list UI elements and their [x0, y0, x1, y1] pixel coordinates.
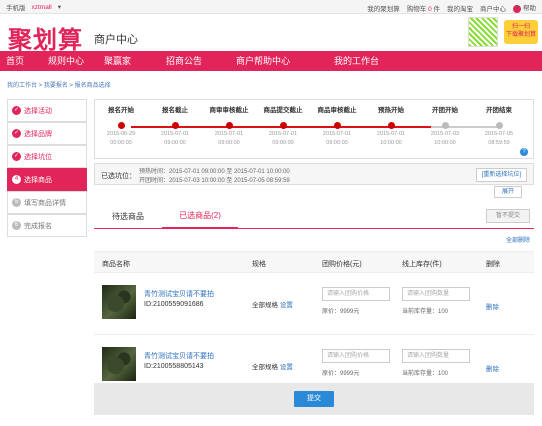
- no-submit-button[interactable]: 暂不提交: [486, 209, 530, 223]
- reselect-slot-button[interactable]: [重新选择坑位]: [475, 168, 527, 182]
- original-price: 原价：9999元: [322, 309, 360, 315]
- goods-id: ID:2100558805143: [144, 363, 204, 370]
- my-taobao-link[interactable]: 我的淘宝: [447, 3, 473, 13]
- timeline-node: 报名开始 2015-06-29 00:00:00: [106, 107, 136, 146]
- step-goods-detail: 5 填写商品详情: [7, 191, 87, 214]
- timeline-node: 开团结束 2015-07-05 08:59:59: [484, 107, 514, 146]
- group-quantity-input[interactable]: 请输入团购数量: [402, 287, 470, 301]
- col-online-stock: 线上库存(件): [402, 261, 442, 268]
- delete-row-link[interactable]: 删除: [486, 363, 499, 373]
- user-dropdown-icon[interactable]: ▾: [58, 3, 61, 11]
- help-question-icon[interactable]: ?: [520, 148, 528, 156]
- col-group-price: 团购价格(元): [322, 261, 362, 268]
- step-select-brand[interactable]: ✓ 选择品牌: [7, 122, 87, 145]
- nav-help-center[interactable]: 商户帮助中心: [236, 51, 334, 71]
- timeline-node: 报名截止 2015-07-01 09:00:00: [160, 107, 190, 146]
- timeline-dot: [225, 122, 233, 129]
- preheat-time: 预热时间：2015-07-01 09:00:00 至 2015-07-01 10…: [139, 169, 290, 175]
- timeline-dot: [387, 122, 395, 129]
- table-header: 商品名称 规格 团购价格(元) 线上库存(件) 删除: [94, 251, 534, 273]
- download-app-tag[interactable]: 扫一扫 下载聚划算: [504, 20, 538, 44]
- user-name-link[interactable]: xztmall: [32, 4, 52, 11]
- submit-button[interactable]: 提交: [294, 391, 334, 407]
- step-number-icon: 4: [12, 175, 21, 184]
- current-stock: 当前库存量：100: [402, 371, 449, 377]
- nav-home[interactable]: 首页: [6, 51, 48, 71]
- breadcrumb[interactable]: 我的工作台 > 我要报名 > 报名商品选择: [7, 80, 111, 89]
- nav-workbench[interactable]: 我的工作台: [334, 51, 379, 71]
- my-juhuasuan-link[interactable]: 我的聚划算: [367, 3, 400, 13]
- step-select-slot[interactable]: ✓ 选择坑位: [7, 145, 87, 168]
- timeline-dot: [441, 122, 449, 129]
- timeline-dot: [333, 122, 341, 129]
- col-goods-name: 商品名称: [102, 261, 130, 268]
- spec-settings-link[interactable]: 设置: [280, 302, 293, 309]
- delete-all-link[interactable]: 全部删除: [506, 235, 530, 244]
- goods-tabs: 待选商品 已选商品(2): [94, 205, 534, 229]
- open-time: 开团时间：2015-07-03 10:00:00 至 2015-07-05 08…: [139, 178, 290, 184]
- goods-name-link[interactable]: 青竹测试宝贝请不要拍: [144, 351, 214, 361]
- col-delete: 删除: [486, 261, 500, 268]
- timeline-dot: [171, 122, 179, 129]
- tab-pending-goods[interactable]: 待选商品: [112, 211, 144, 222]
- step-number-icon: 5: [12, 198, 21, 207]
- merchant-center-title: 商户中心: [94, 34, 138, 46]
- current-stock: 当前库存量：100: [402, 309, 449, 315]
- phone-version-link[interactable]: 手机版: [6, 2, 26, 12]
- nav-juyingjia[interactable]: 聚赢家: [104, 51, 166, 71]
- merchant-center-link[interactable]: 商户中心: [480, 3, 506, 13]
- delete-row-link[interactable]: 删除: [486, 301, 499, 311]
- spec-settings-link[interactable]: 设置: [280, 364, 293, 371]
- help-link[interactable]: ? 帮助: [513, 2, 536, 13]
- selected-slot-label: 已选坑位：: [101, 173, 136, 180]
- step-select-goods[interactable]: 4 选择商品: [7, 168, 87, 191]
- check-icon: ✓: [12, 129, 21, 138]
- help-icon: ?: [513, 5, 521, 13]
- step-select-activity[interactable]: ✓ 选择活动: [7, 99, 87, 122]
- step-complete: 6 完成报名: [7, 214, 87, 237]
- original-price: 原价：9999元: [322, 371, 360, 377]
- step-number-icon: 6: [12, 221, 21, 230]
- selected-slot-panel: 已选坑位： 预热时间：2015-07-01 09:00:00 至 2015-07…: [94, 163, 534, 185]
- goods-thumbnail[interactable]: [102, 285, 136, 319]
- timeline-dot: [279, 122, 287, 129]
- timeline-dot: [495, 122, 503, 129]
- goods-id: ID:2100559091686: [144, 301, 204, 308]
- goods-thumbnail[interactable]: [102, 347, 136, 381]
- table-row: 青竹测试宝贝请不要拍 ID:2100559091686 全部规格 设置 请输入团…: [94, 273, 534, 335]
- group-quantity-input[interactable]: 请输入团购数量: [402, 349, 470, 363]
- step-sidebar: ✓ 选择活动 ✓ 选择品牌 ✓ 选择坑位 4 选择商品 5 填写商品详情 6 完成报名: [7, 99, 87, 237]
- tab-selected-goods[interactable]: 已选商品(2): [162, 205, 238, 229]
- goods-name-link[interactable]: 青竹测试宝贝请不要拍: [144, 289, 214, 299]
- expand-button[interactable]: 展开: [494, 186, 522, 198]
- selected-goods-table: 商品名称 规格 团购价格(元) 线上库存(件) 删除 青竹测试宝贝请不要拍 ID…: [94, 251, 534, 397]
- timeline-node: 开团开始 2015-07-03 10:00:00: [430, 107, 460, 146]
- timeline-node: 商品提交截止 2015-07-01 09:00:00: [263, 107, 303, 146]
- juhuasuan-logo[interactable]: 聚划算: [8, 20, 83, 55]
- goods-spec: 全部规格 设置: [252, 364, 293, 371]
- check-icon: ✓: [12, 106, 21, 115]
- activity-timeline: 报名开始 2015-06-29 00:00:00 报名截止 2015-07-01…: [94, 99, 534, 159]
- timeline-dot: [117, 122, 125, 129]
- nav-rules[interactable]: 规则中心: [48, 51, 104, 71]
- timeline-node: 商品审核截止 2015-07-01 09:00:00: [317, 107, 357, 146]
- qr-code-image: [468, 17, 498, 47]
- group-price-input[interactable]: 请输入团购价格: [322, 349, 390, 363]
- goods-spec: 全部规格 设置: [252, 302, 293, 309]
- col-spec: 规格: [252, 261, 266, 268]
- top-bar: 手机版 xztmall ▾ 我的聚划算 购物车 0 件 我的淘宝 商户中心 ? 帮…: [0, 0, 542, 14]
- submit-bar: 提交: [94, 383, 534, 415]
- timeline-node: 商审审核截止 2015-07-01 09:00:00: [209, 107, 249, 146]
- cart-link[interactable]: 购物车 0 件: [407, 3, 440, 13]
- timeline-node: 预热开始 2015-07-01 10:00:00: [376, 107, 406, 146]
- group-price-input[interactable]: 请输入团购价格: [322, 287, 390, 301]
- main-nav: 首页 规则中心 聚赢家 招商公告 商户帮助中心 我的工作台: [0, 51, 542, 71]
- nav-announcements[interactable]: 招商公告: [166, 51, 236, 71]
- check-icon: ✓: [12, 152, 21, 161]
